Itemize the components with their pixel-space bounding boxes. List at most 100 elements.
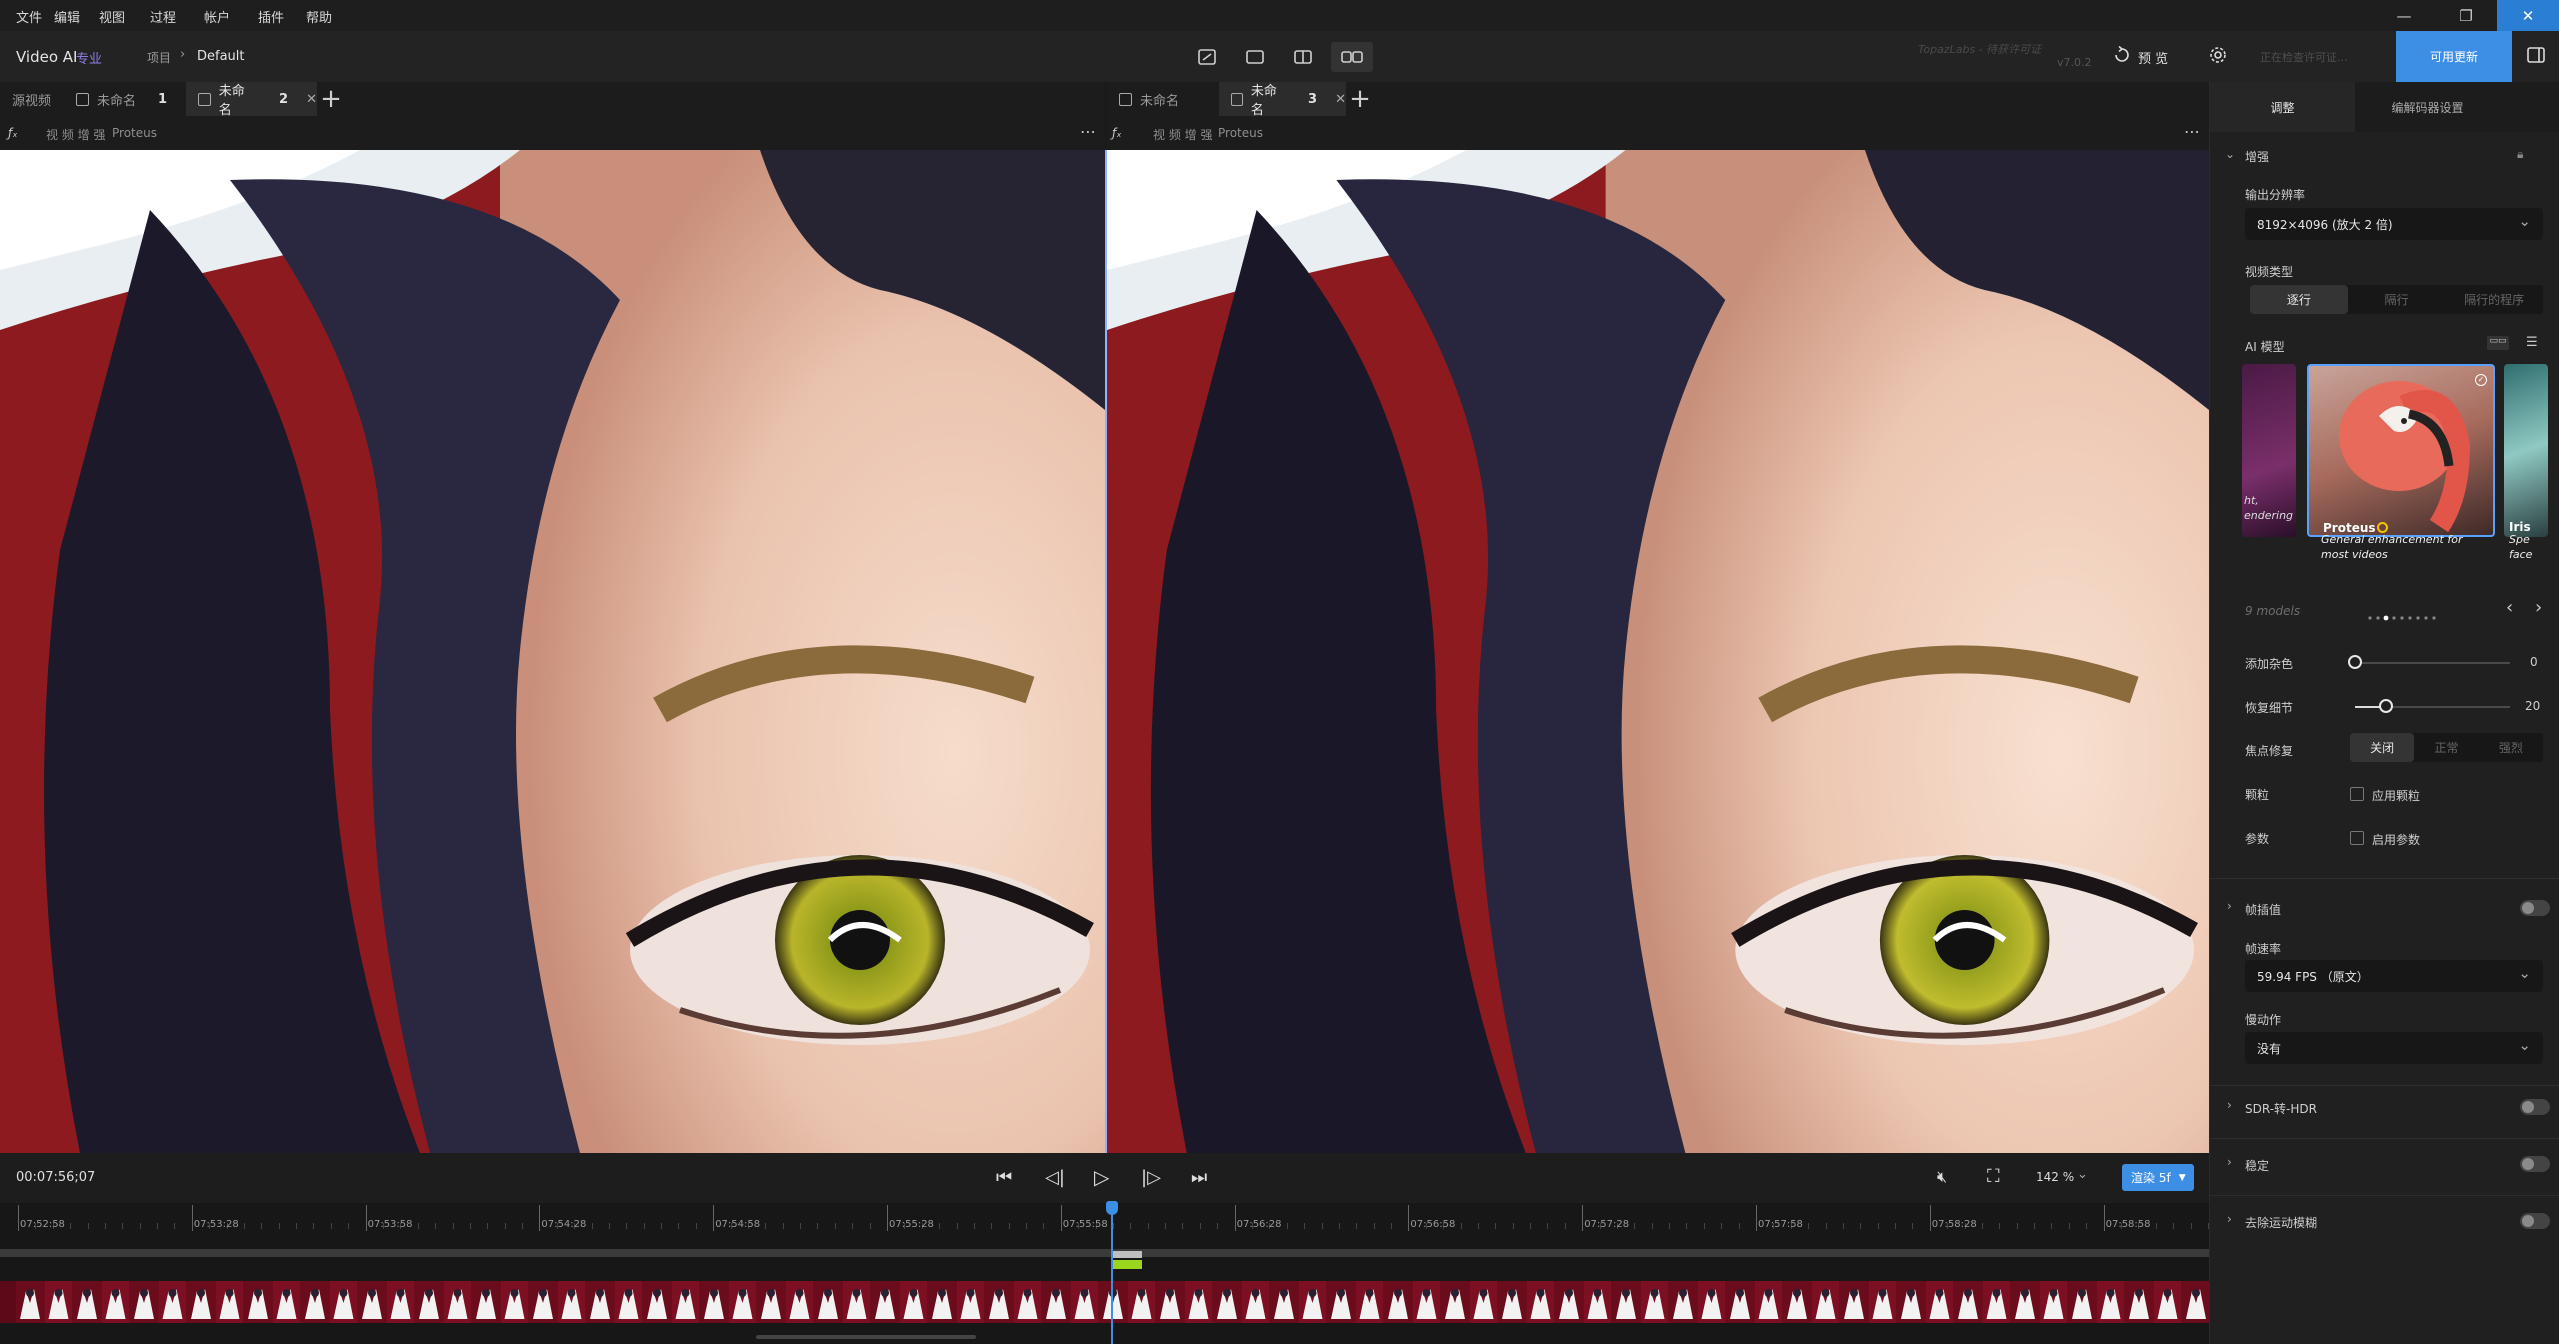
playhead-handle[interactable] [1106,1201,1118,1215]
video-type-progressive[interactable]: 逐行 [2250,285,2348,314]
timeline-minor-tick [1912,1223,1914,1229]
video-type-interlaced-progressive[interactable]: 隔行的程序 [2445,285,2543,314]
zoom-chevron-icon[interactable]: ⌄ [2077,1167,2088,1182]
menu-edit[interactable]: 编辑 [54,7,80,26]
add-tab-left-icon[interactable]: + [314,82,348,116]
carousel-prev-icon[interactable]: ‹ [2506,597,2513,618]
source-preview[interactable] [0,150,1105,1153]
restore-icon[interactable]: ❐ [2435,0,2497,31]
view-single-icon[interactable] [1234,42,1276,72]
trim-track[interactable] [0,1249,2209,1257]
thumbnail-frame [1412,1281,1441,1323]
video-type-interlaced[interactable]: 隔行 [2348,285,2446,314]
recover-detail-slider[interactable] [2379,699,2393,713]
sdr-to-hdr-toggle[interactable] [2520,1099,2550,1115]
step-forward-icon[interactable]: |▷ [1141,1167,1161,1188]
enhanced-preview[interactable] [1107,150,2209,1153]
play-icon[interactable]: ▷ [1094,1165,1109,1189]
focus-fix-strong[interactable]: 强烈 [2479,733,2543,762]
list-view-icon[interactable]: ☰ [2526,335,2538,350]
expand-chevron-icon[interactable]: › [2227,1212,2232,1226]
tab-untitled-3[interactable]: 未命名 3 ✕ [1219,82,1346,118]
expand-chevron-icon[interactable]: › [2227,1155,2232,1169]
more-options-icon[interactable]: ⋯ [2184,122,2200,141]
apply-grain-checkbox[interactable] [2350,787,2364,801]
section-enhance[interactable]: 增强 [2245,148,2269,165]
menu-account[interactable]: 帐户 [204,7,230,26]
timeline-scrollbar[interactable] [756,1335,976,1339]
lock-icon[interactable]: 🔒︎ [2517,147,2523,162]
breadcrumb-current[interactable]: Default [197,49,245,64]
tab-source-video[interactable]: 源视频 [0,82,64,116]
view-single-crop-icon[interactable] [1186,42,1228,72]
stabilize-toggle[interactable] [2520,1156,2550,1172]
step-back-icon[interactable]: ◁| [1045,1167,1065,1188]
tab-untitled-1[interactable]: 未命名 1 [64,82,186,116]
breadcrumb-root[interactable]: 项目 [147,49,171,66]
model-card-iris[interactable]: Iris [2504,364,2548,537]
tab-label: 源视频 [12,93,52,109]
tab-adjust[interactable]: 调整 [2210,82,2355,132]
frame-rate-select[interactable]: 59.94 FPS （原文） [2245,960,2543,992]
view-split-icon[interactable] [1282,42,1324,72]
section-frame-interpolation[interactable]: 帧插值 [2245,901,2281,918]
expand-chevron-icon[interactable]: › [2227,899,2232,913]
output-resolution-select[interactable]: 8192×4096 (放大 2 倍) [2245,208,2543,240]
close-window-icon[interactable]: ✕ [2497,0,2559,31]
render-frames-button[interactable]: 渲染 5f ▼ [2122,1164,2194,1191]
enable-params-label: 启用参数 [2372,833,2421,847]
add-tab-right-icon[interactable]: + [1343,82,1377,116]
expand-chevron-icon[interactable]: › [2227,1098,2232,1112]
update-available-button[interactable]: 可用更新 [2396,31,2512,82]
mute-icon[interactable]: 🔇︎ [1937,1167,1947,1187]
section-sdr-to-hdr[interactable]: SDR-转-HDR [2245,1100,2317,1117]
focus-fix-off[interactable]: 关闭 [2350,733,2415,762]
carousel-next-icon[interactable]: › [2535,597,2542,618]
thumbnail-strip[interactable] [0,1281,2209,1323]
section-motion-deblur[interactable]: 去除运动模糊 [2245,1214,2317,1231]
crop-icon[interactable]: ⛶ [1987,1166,2000,1187]
model-card-previous[interactable]: ht, endering [2242,364,2296,537]
view-side-by-side-icon[interactable] [1331,42,1373,72]
trim-marker[interactable] [1112,1251,1142,1258]
menu-process[interactable]: 过程 [150,7,176,26]
thumbnail-frame [1897,1281,1925,1323]
more-options-icon[interactable]: ⋯ [1080,122,1096,141]
thumbnail-frame [1925,1281,1954,1323]
skip-to-start-icon[interactable]: ⏮ [996,1167,1012,1188]
add-noise-slider[interactable] [2348,655,2362,669]
motion-deblur-toggle[interactable] [2520,1213,2550,1229]
thumbnail-frame [1070,1281,1099,1323]
zoom-level[interactable]: 142 % [2036,1170,2074,1184]
frame-interpolation-toggle[interactable] [2520,900,2550,916]
tab-untitled-right[interactable]: 未命名 [1107,82,1219,116]
render-dropdown-icon[interactable]: ▼ [2179,1173,2186,1183]
carousel-dots[interactable] [2367,606,2447,621]
preview-button[interactable]: 预 览 [2138,48,2168,67]
thumbnail-frame [586,1281,614,1323]
timeline-ruler[interactable]: 07:52:58 07:53:28 07:53:58 07:54:28 07:54:58… [0,1203,2262,1233]
video-type-selector[interactable]: 逐行 隔行 隔行的程序 [2250,285,2543,314]
menu-view[interactable]: 视图 [99,7,125,26]
collapse-chevron-icon[interactable]: ⌄ [2225,147,2235,161]
minimize-icon[interactable]: — [2373,0,2435,31]
toggle-panel-icon[interactable] [2526,45,2546,65]
model-card-proteus[interactable]: ✓ Proteus [2307,364,2495,537]
playhead[interactable] [1111,1201,1113,1344]
slow-motion-select[interactable]: 没有 [2245,1032,2543,1064]
skip-to-end-icon[interactable]: ⏭ [1191,1167,1207,1188]
section-stabilize[interactable]: 稳定 [2245,1157,2269,1174]
tab-untitled-2[interactable]: 未命名 2 ✕ [186,82,317,118]
focus-fix-normal[interactable]: 正常 [2414,733,2478,762]
tab-encoder-settings[interactable]: 编解码器设置 [2355,82,2500,132]
menu-help[interactable]: 帮助 [306,7,332,26]
menu-plugins[interactable]: 插件 [258,7,284,26]
compare-models-icon[interactable]: ▭▭ [2487,336,2509,350]
settings-gear-icon[interactable] [2208,45,2228,65]
menu-file[interactable]: 文件 [16,7,42,26]
enable-params-checkbox[interactable] [2350,831,2364,845]
add-noise-track[interactable] [2355,662,2510,664]
focus-fix-selector[interactable]: 关闭 正常 强烈 [2350,733,2543,762]
preview-icon[interactable] [2113,45,2133,66]
timeline[interactable]: 07:52:58 07:53:28 07:53:58 07:54:28 07:54:58… [0,1201,2262,1344]
